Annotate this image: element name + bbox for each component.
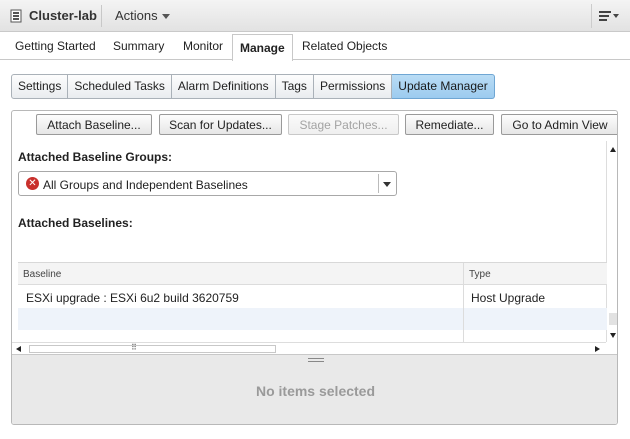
attach-baseline-button[interactable]: Attach Baseline... xyxy=(36,114,152,135)
tab-manage[interactable]: Manage xyxy=(232,34,293,61)
baseline-groups-value: All Groups and Independent Baselines xyxy=(43,178,248,192)
scroll-left-icon[interactable] xyxy=(16,346,21,352)
object-title: Cluster-lab xyxy=(29,8,97,23)
update-manager-panel: Attach Baseline... Scan for Updates... S… xyxy=(11,110,618,425)
remediate-button[interactable]: Remediate... xyxy=(405,114,494,135)
subtab-alarm-definitions[interactable]: Alarm Definitions xyxy=(171,74,276,99)
baselines-table: Baseline Type ESXi upgrade : ESXi 6u2 bu… xyxy=(18,262,607,344)
subtab-update-manager[interactable]: Update Manager xyxy=(392,74,495,99)
type-cell: Host Upgrade xyxy=(471,291,546,305)
subtab-tags[interactable]: Tags xyxy=(275,74,314,99)
object-tabs: Getting Started Summary Monitor Manage R… xyxy=(0,33,630,61)
go-to-admin-view-button[interactable]: Go to Admin View xyxy=(501,114,617,135)
chevron-down-icon xyxy=(613,14,619,18)
scroll-up-icon[interactable] xyxy=(610,147,616,152)
tab-related-objects[interactable]: Related Objects xyxy=(302,39,387,53)
table-row-empty xyxy=(18,308,607,330)
stage-patches-button: Stage Patches... xyxy=(288,114,399,135)
baselines-label: Attached Baselines: xyxy=(18,216,133,230)
manage-subtabs: Settings Scheduled Tasks Alarm Definitio… xyxy=(11,74,495,99)
scan-for-updates-button[interactable]: Scan for Updates... xyxy=(159,114,282,135)
horizontal-scrollbar[interactable]: ⠿ xyxy=(12,342,606,354)
menu-icon xyxy=(599,11,611,23)
title-divider xyxy=(101,5,102,27)
chevron-down-icon xyxy=(161,14,170,20)
detail-pane: No items selected xyxy=(12,354,617,424)
actions-label: Actions xyxy=(115,8,158,23)
title-bar: Cluster-lab Actions xyxy=(0,0,630,32)
table-row[interactable]: ESXi upgrade : ESXi 6u2 build 3620759 Ho… xyxy=(18,286,607,308)
vertical-scrollbar[interactable] xyxy=(606,141,617,342)
baseline-groups-label: Attached Baseline Groups: xyxy=(18,150,173,164)
subtab-permissions[interactable]: Permissions xyxy=(313,74,393,99)
column-divider[interactable] xyxy=(463,263,464,344)
panel-menu-button[interactable] xyxy=(591,4,623,28)
tab-getting-started[interactable]: Getting Started xyxy=(15,39,96,53)
actions-menu[interactable]: Actions xyxy=(115,8,170,23)
grip-icon: ⠿ xyxy=(131,343,138,352)
scroll-right-icon[interactable] xyxy=(595,346,600,352)
chevron-down-icon[interactable] xyxy=(383,182,391,187)
empty-selection-message: No items selected xyxy=(255,383,376,399)
tab-monitor[interactable]: Monitor xyxy=(183,39,223,53)
subtab-settings[interactable]: Settings xyxy=(11,74,69,99)
select-divider xyxy=(378,174,379,193)
scrollbar-thumb[interactable] xyxy=(29,345,276,353)
column-header-baseline[interactable]: Baseline xyxy=(23,269,61,280)
cluster-icon xyxy=(10,9,22,23)
scroll-down-icon[interactable] xyxy=(610,333,616,338)
baseline-cell: ESXi upgrade : ESXi 6u2 build 3620759 xyxy=(26,291,239,305)
table-header: Baseline Type xyxy=(18,263,607,285)
baseline-groups-select[interactable]: ✕ All Groups and Independent Baselines xyxy=(18,171,397,196)
scrollbar-thumb[interactable] xyxy=(609,313,617,325)
tab-summary[interactable]: Summary xyxy=(113,39,164,53)
subtab-scheduled-tasks[interactable]: Scheduled Tasks xyxy=(68,74,172,99)
column-header-type[interactable]: Type xyxy=(469,269,491,280)
error-icon: ✕ xyxy=(26,177,39,190)
resize-handle-icon[interactable] xyxy=(308,358,324,364)
